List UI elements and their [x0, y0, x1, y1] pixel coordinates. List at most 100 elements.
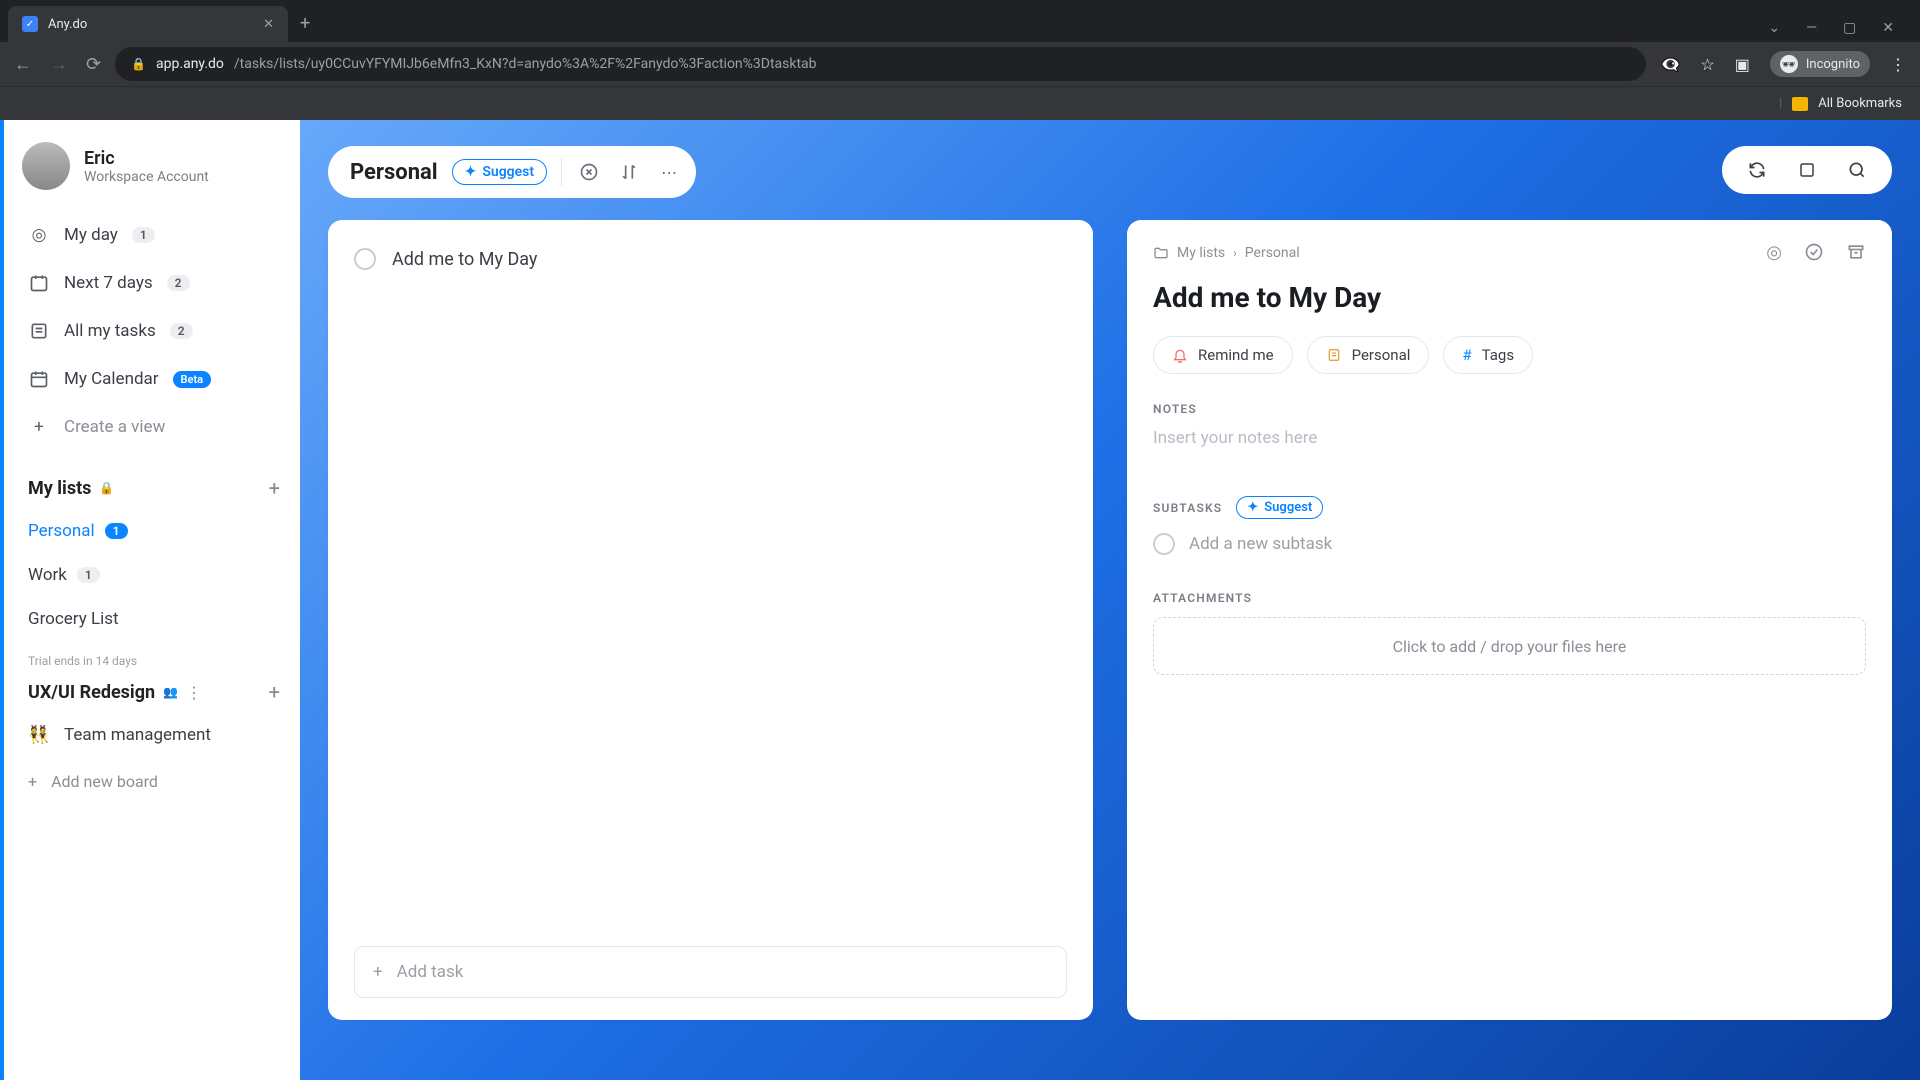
- sidebar-item-label: Next 7 days: [64, 273, 153, 293]
- people-icon[interactable]: 👥: [163, 685, 178, 699]
- sidebar-item-alltasks[interactable]: All my tasks 2: [22, 310, 286, 352]
- plus-icon: +: [28, 772, 37, 791]
- board-team-management[interactable]: 👯 Team management: [22, 714, 286, 756]
- toolbar-right: 👁‍🗨 ☆ ▣ 🕶 Incognito ⋮: [1660, 51, 1906, 77]
- sidebar-item-label: My Calendar: [64, 369, 159, 389]
- add-workspace-item[interactable]: +: [269, 680, 280, 704]
- team-emoji-icon: 👯: [28, 724, 50, 746]
- maximize-icon[interactable]: ▢: [1843, 20, 1856, 36]
- subtasks-suggest-label: Suggest: [1264, 500, 1312, 515]
- add-task-input[interactable]: + Add task: [354, 946, 1067, 998]
- detail-breadcrumb-row: My lists › Personal ◎: [1153, 242, 1866, 263]
- close-window-icon[interactable]: ✕: [1882, 20, 1894, 36]
- new-tab-button[interactable]: +: [288, 5, 322, 42]
- all-bookmarks-link[interactable]: All Bookmarks: [1818, 96, 1902, 111]
- sidebar-item-myday[interactable]: ◎ My day 1: [22, 214, 286, 256]
- url-domain: app.any.do: [156, 56, 224, 72]
- bookmarks-bar: | All Bookmarks: [0, 86, 1920, 120]
- close-tab-icon[interactable]: ✕: [263, 17, 274, 32]
- add-list-button[interactable]: +: [269, 476, 280, 500]
- close-circle-icon[interactable]: [576, 159, 602, 185]
- notes-placeholder: Insert your notes here: [1153, 428, 1317, 448]
- remind-chip[interactable]: Remind me: [1153, 336, 1293, 374]
- sparkle-icon: ✦: [1247, 500, 1258, 515]
- breadcrumb-list[interactable]: Personal: [1245, 245, 1300, 261]
- count-badge: 2: [167, 275, 190, 291]
- hash-icon: #: [1462, 346, 1471, 364]
- list-item-work[interactable]: Work 1: [22, 556, 286, 594]
- sort-icon[interactable]: [616, 159, 642, 185]
- attachments-label: ATTACHMENTS: [1153, 591, 1866, 605]
- sparkle-icon: ✦: [465, 164, 477, 180]
- plus-icon: +: [28, 416, 50, 438]
- breadcrumb-root[interactable]: My lists: [1177, 245, 1225, 261]
- subtasks-suggest-button[interactable]: ✦ Suggest: [1236, 496, 1323, 519]
- square-icon[interactable]: [1794, 157, 1820, 183]
- trial-text: Trial ends in 14 days: [22, 644, 286, 670]
- sync-icon[interactable]: [1744, 157, 1770, 183]
- sidebar-item-next7[interactable]: Next 7 days 2: [22, 262, 286, 304]
- reload-icon[interactable]: ⟳: [86, 54, 101, 75]
- count-badge: 1: [77, 567, 100, 583]
- bell-icon: [1172, 347, 1188, 363]
- task-row[interactable]: Add me to My Day: [354, 242, 1067, 276]
- calendar7-icon: [28, 272, 50, 294]
- panel-icon[interactable]: ▣: [1735, 55, 1750, 74]
- sidebar: Eric Workspace Account ◎ My day 1 Next 7…: [0, 120, 300, 1080]
- detail-title[interactable]: Add me to My Day: [1153, 281, 1866, 314]
- list-item-label: Personal: [28, 521, 95, 541]
- list-chip[interactable]: Personal: [1307, 336, 1430, 374]
- star-icon[interactable]: ☆: [1700, 55, 1714, 74]
- browser-tab[interactable]: ✓ Any.do ✕: [8, 6, 288, 42]
- archive-icon[interactable]: [1846, 242, 1866, 263]
- plus-icon: +: [373, 962, 383, 982]
- list-item-grocery[interactable]: Grocery List: [22, 600, 286, 638]
- back-arrow-icon[interactable]: ←: [14, 54, 32, 75]
- incognito-icon: 🕶: [1780, 55, 1798, 73]
- avatar: [22, 142, 70, 190]
- target-icon: ◎: [28, 224, 50, 246]
- complete-check-icon[interactable]: [1804, 242, 1824, 263]
- profile-block[interactable]: Eric Workspace Account: [22, 142, 286, 190]
- minimize-icon[interactable]: —: [1806, 20, 1817, 36]
- task-checkbox[interactable]: [354, 248, 376, 270]
- count-badge: 1: [105, 523, 128, 539]
- eye-off-icon[interactable]: 👁‍🗨: [1660, 55, 1680, 74]
- sidebar-item-calendar[interactable]: My Calendar Beta: [22, 358, 286, 400]
- incognito-label: Incognito: [1806, 57, 1860, 72]
- workspace-menu-icon[interactable]: ⋮: [186, 683, 202, 702]
- attachments-dropzone[interactable]: Click to add / drop your files here: [1153, 617, 1866, 675]
- stage-actions: [1722, 146, 1892, 194]
- chevron-down-icon[interactable]: ⌄: [1768, 20, 1780, 36]
- my-lists-header: My lists 🔒 +: [22, 470, 286, 506]
- myday-target-icon[interactable]: ◎: [1766, 242, 1782, 263]
- create-view-label: Create a view: [64, 417, 165, 437]
- list-header-card: Personal ✦ Suggest ⋯: [328, 146, 696, 198]
- list-title: Personal: [350, 160, 438, 185]
- add-subtask-row[interactable]: Add a new subtask: [1153, 533, 1866, 555]
- search-icon[interactable]: [1844, 157, 1870, 183]
- incognito-badge[interactable]: 🕶 Incognito: [1770, 51, 1870, 77]
- sidebar-create-view[interactable]: + Create a view: [22, 406, 286, 448]
- kebab-menu-icon[interactable]: ⋮: [1890, 55, 1906, 74]
- tags-chip[interactable]: # Tags: [1443, 336, 1533, 374]
- add-task-placeholder: Add task: [397, 962, 464, 982]
- chevron-right-icon: ›: [1233, 246, 1237, 260]
- list-item-label: Work: [28, 565, 67, 585]
- more-icon[interactable]: ⋯: [656, 159, 682, 185]
- task-title: Add me to My Day: [392, 249, 537, 270]
- add-board-label: Add new board: [51, 772, 158, 791]
- notes-input[interactable]: Insert your notes here: [1153, 428, 1866, 468]
- subtasks-header: SUBTASKS ✦ Suggest: [1153, 496, 1866, 519]
- my-lists-title: My lists: [28, 478, 91, 499]
- subtask-checkbox[interactable]: [1153, 533, 1175, 555]
- list-item-personal[interactable]: Personal 1: [22, 512, 286, 550]
- profile-name: Eric: [84, 148, 209, 169]
- suggest-label: Suggest: [482, 164, 534, 180]
- forward-arrow-icon[interactable]: →: [50, 54, 68, 75]
- lock-icon: 🔒: [131, 57, 146, 71]
- url-bar[interactable]: 🔒 app.any.do/tasks/lists/uy0CCuvYFYMIJb6…: [115, 47, 1646, 81]
- add-board-button[interactable]: + Add new board: [22, 762, 286, 801]
- nav-arrows: ← → ⟳: [14, 54, 101, 75]
- suggest-button[interactable]: ✦ Suggest: [452, 159, 547, 185]
